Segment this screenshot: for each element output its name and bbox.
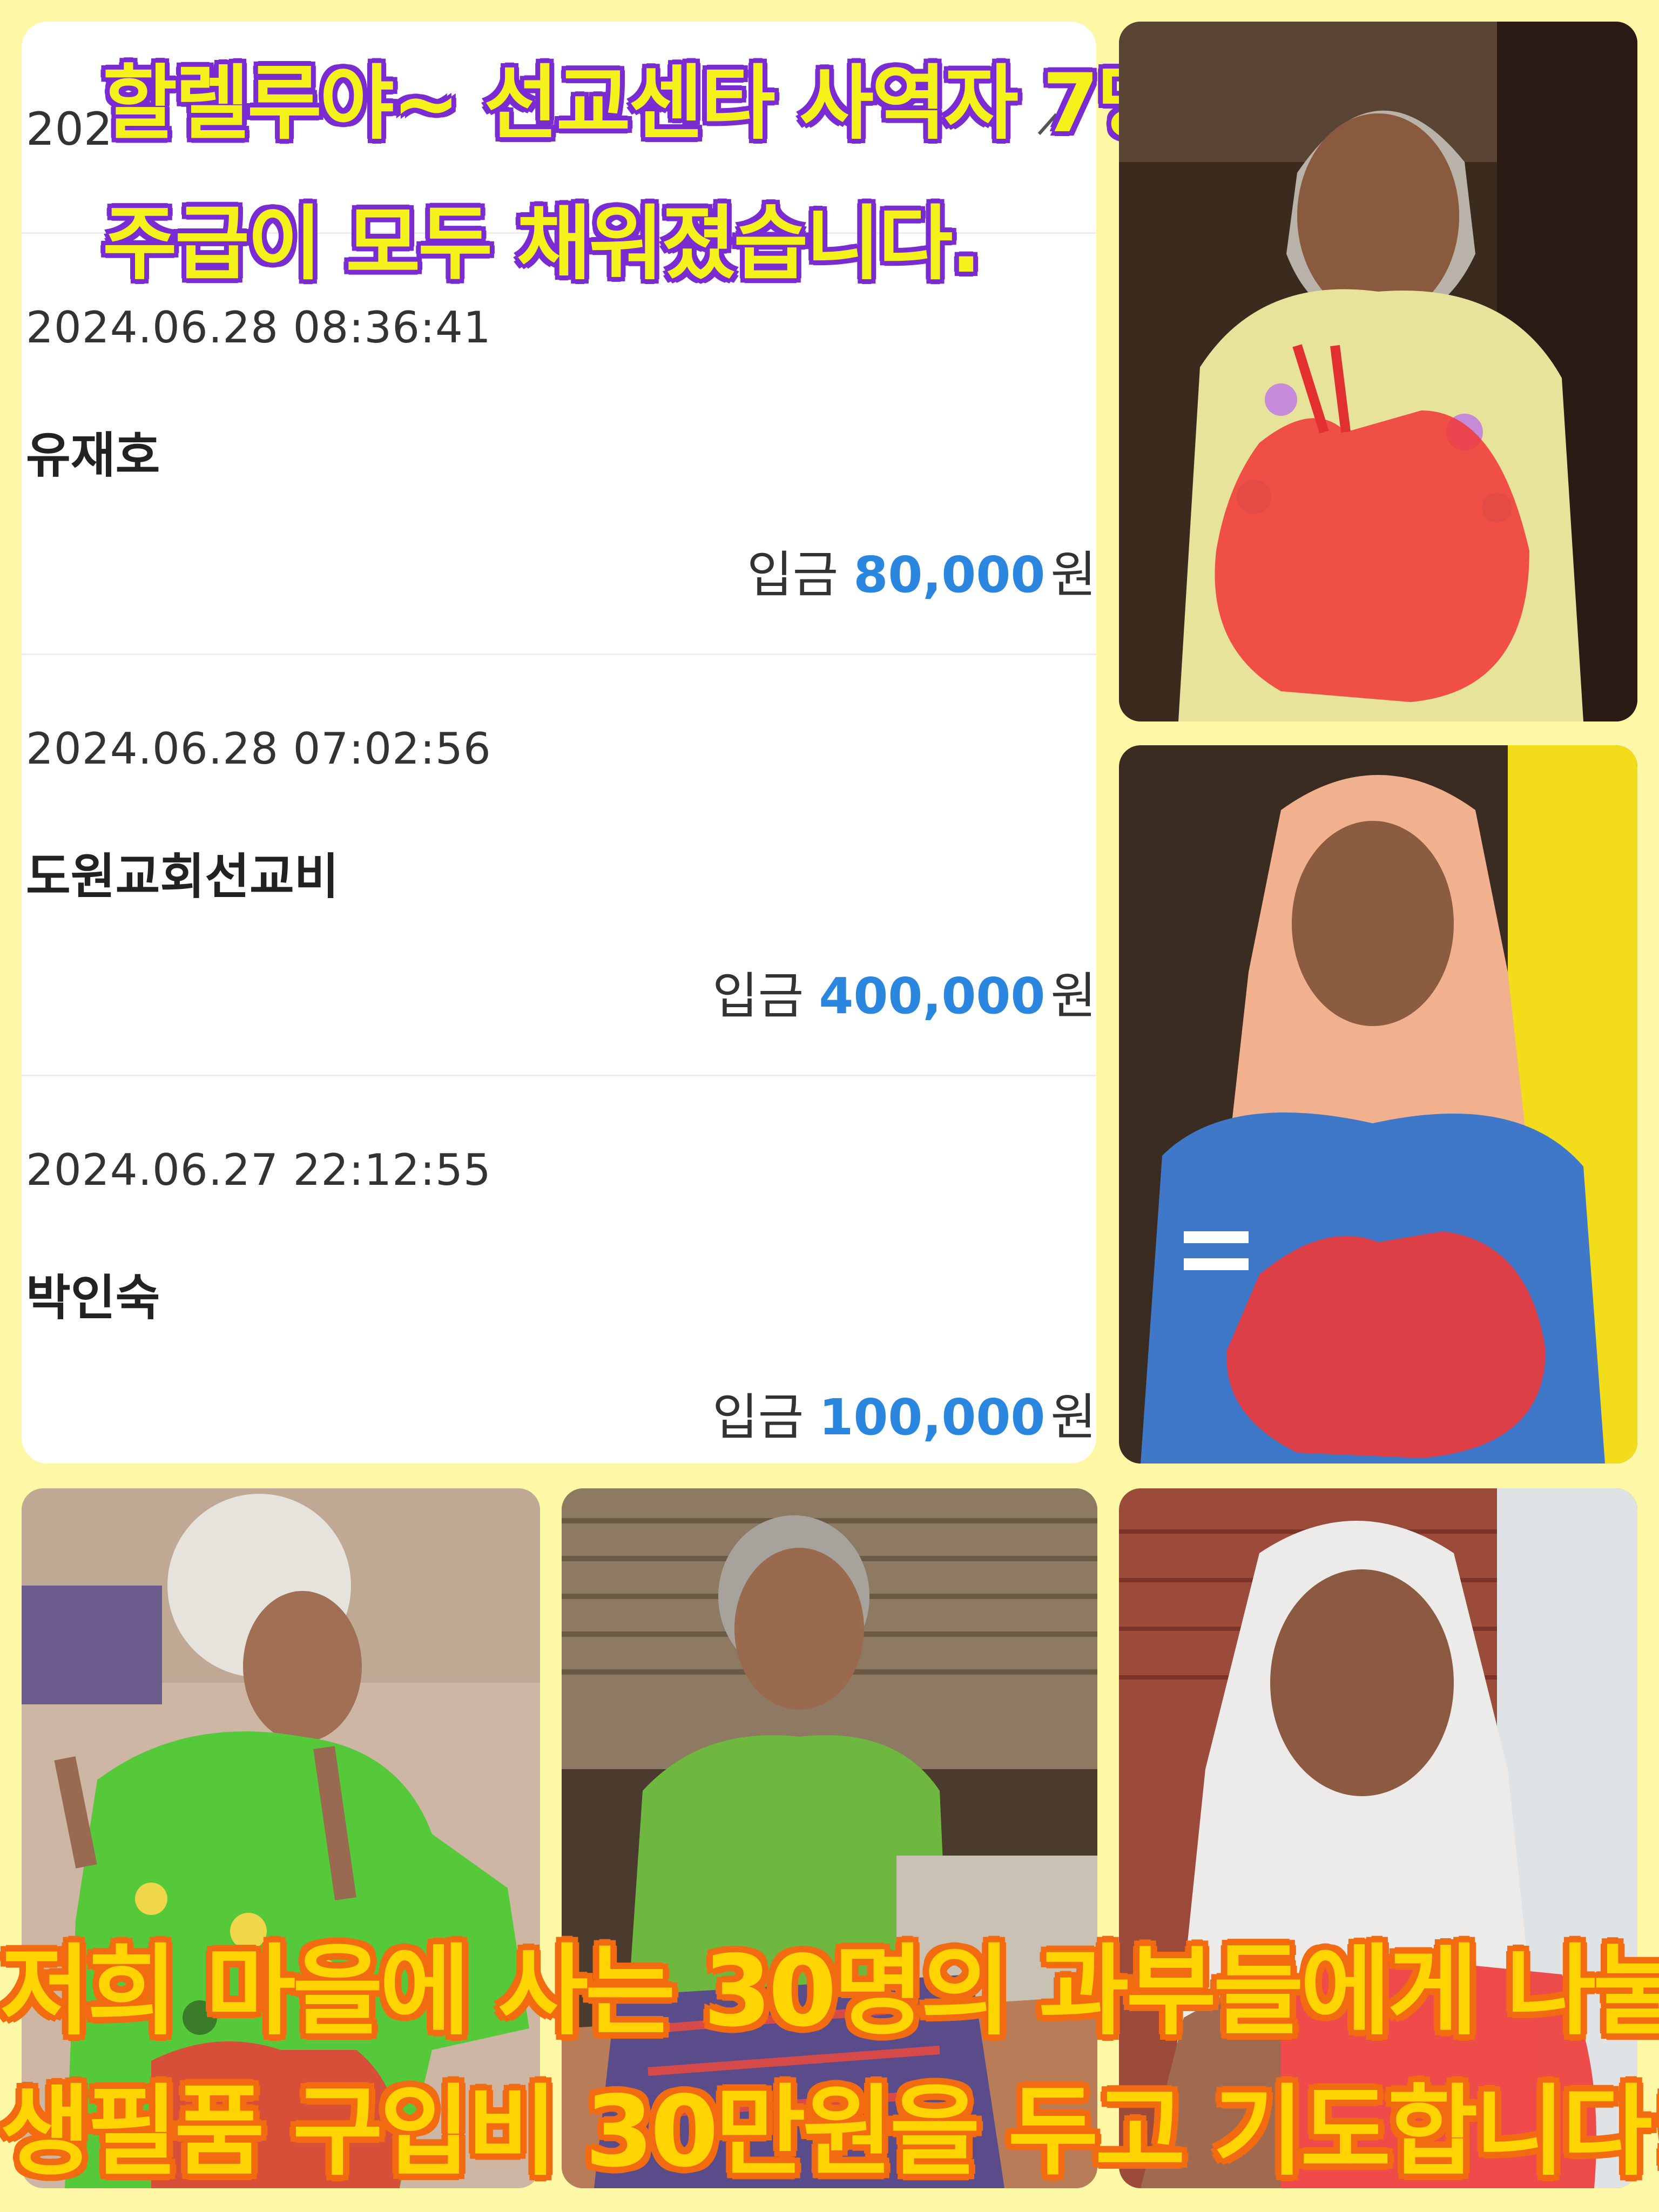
amount-row: 입금 80,000 원 [610, 535, 1096, 606]
amount-row: 입금 100,000 원 [610, 1377, 1096, 1449]
sender-name: 도원교회선교비 [26, 848, 339, 905]
transaction-row[interactable]: 2024.06.28 08:36:41 유재호 입금 80,000 원 [22, 232, 1096, 655]
transaction-row[interactable]: 2024.06.28 07:02:56 도원교회선교비 입금 400,000 원 [22, 653, 1096, 1076]
transaction-datetime: 2024.06.28 07:02:56 [26, 724, 491, 774]
headline-line-2: 주급이 모두 채워졌습니다. [103, 197, 981, 291]
photo-woman-floral-shirt [1119, 22, 1637, 721]
currency-unit: 원 [1050, 546, 1096, 604]
transaction-row[interactable]: 2024.06.27 22:12:55 박인숙 입금 100,000 원 [22, 1075, 1096, 1464]
currency-unit: 원 [1050, 1388, 1096, 1446]
sender-name: 유재호 [26, 427, 160, 484]
transaction-amount: 400,000 [819, 967, 1046, 1025]
caption-line-1: 저희 마을에 사는 30명의 과부들에게 나눌 [0, 1934, 1659, 2048]
transaction-type: 입금 [712, 1388, 804, 1446]
transaction-type: 입금 [747, 546, 839, 604]
transaction-datetime: 2024.06.27 22:12:55 [26, 1145, 491, 1195]
amount-row: 입금 400,000 원 [610, 956, 1096, 1028]
transaction-type: 입금 [712, 967, 804, 1025]
transaction-datetime: 2024.06.28 08:36:41 [26, 302, 491, 353]
transaction-amount: 100,000 [819, 1388, 1046, 1446]
caption-line-2: 생필품 구입비 30만원을 두고 기도합니다! [0, 2074, 1659, 2189]
transaction-amount: 80,000 [853, 546, 1046, 604]
headline-line-1: 할렐루야~ 선교센타 사역자 7명의 [103, 57, 1244, 151]
currency-unit: 원 [1050, 967, 1096, 1025]
photo-woman-pink-hijab [1119, 745, 1637, 1464]
sender-name: 박인숙 [26, 1270, 160, 1326]
partial-date: 202 [26, 103, 113, 156]
